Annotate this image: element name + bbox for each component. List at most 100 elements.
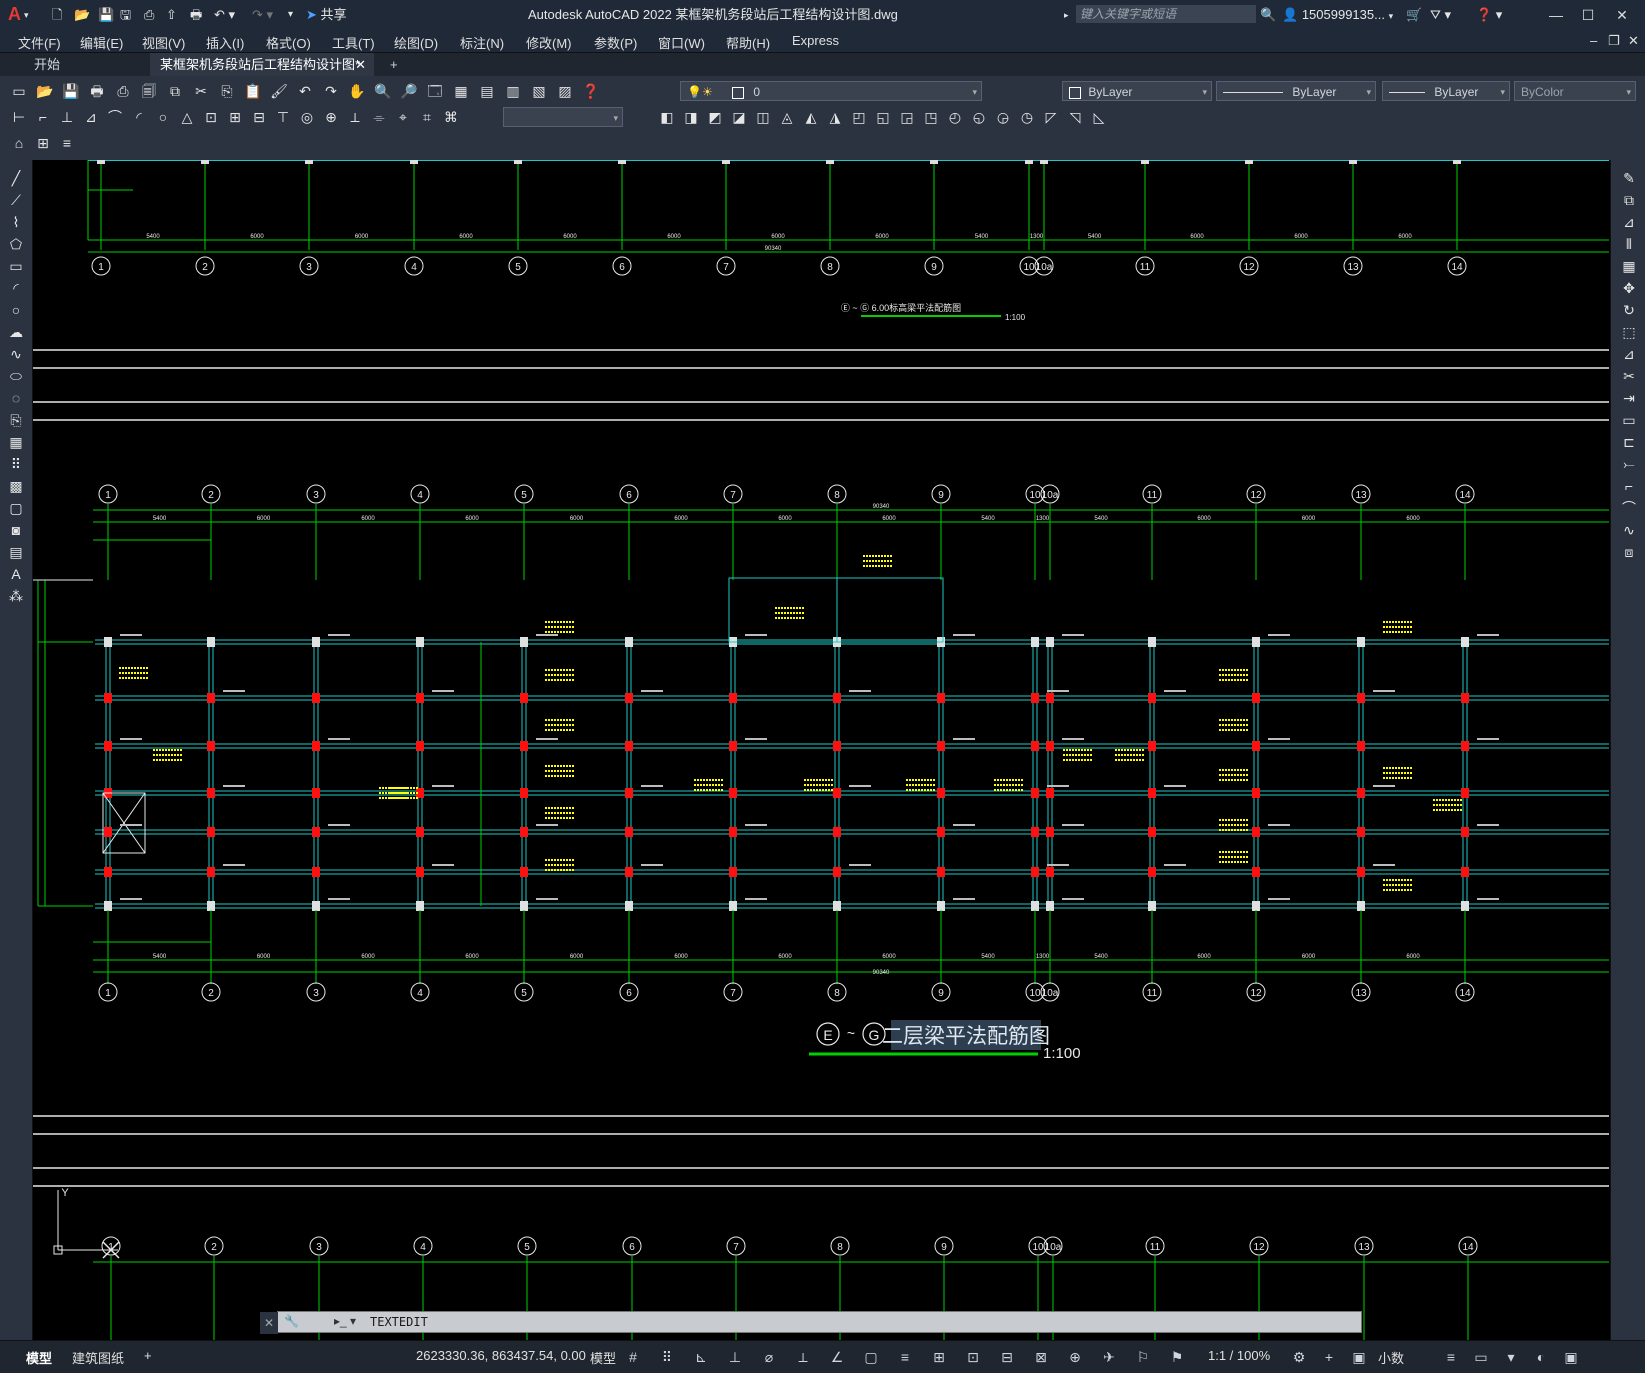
rebar-annotation-1[interactable]	[545, 669, 575, 681]
status-toggle-9-icon[interactable]: ⊞	[928, 1347, 950, 1367]
axis-label-top-4[interactable]: 5	[521, 490, 527, 501]
save-to-web-icon[interactable]: ⇧	[166, 4, 177, 26]
top-axis-label-2[interactable]: 3	[306, 262, 312, 273]
draw-tool-6-icon[interactable]: ○	[6, 300, 26, 320]
menu-help[interactable]: 帮助(H)	[726, 33, 770, 52]
layout-tab-model[interactable]: 模型	[26, 1348, 52, 1367]
top-span-dim-2[interactable]: 6000	[355, 234, 369, 240]
axis-label-bottom-10[interactable]: 10a	[1042, 988, 1059, 999]
dim-tool-18-icon[interactable]: ⌘	[442, 108, 460, 126]
standard-tool-13-icon[interactable]: ✋	[348, 82, 366, 100]
rebar-annotation-4[interactable]	[545, 807, 575, 819]
column-4-4[interactable]	[520, 827, 528, 837]
draw-tool-13-icon[interactable]: ⠿	[6, 454, 26, 474]
column-8-3[interactable]	[937, 788, 945, 798]
top-axis-label-0[interactable]: 1	[98, 262, 104, 273]
top-axis-label-6[interactable]: 7	[723, 262, 729, 273]
column-7-6[interactable]	[833, 901, 841, 911]
standard-tool-10-icon[interactable]: 🖌	[270, 82, 288, 100]
rebar-annotation-12[interactable]	[906, 779, 936, 791]
lower-axis-label-6[interactable]: 7	[733, 1242, 739, 1253]
standard-tool-16-icon[interactable]: 🗔	[426, 82, 444, 100]
modify-ii-tool-11-icon[interactable]: ◳	[922, 108, 940, 126]
standard-tool-11-icon[interactable]: ↶	[296, 82, 314, 100]
draw-tool-4-icon[interactable]: ▭	[6, 256, 26, 276]
menu-format[interactable]: 格式(O)	[266, 33, 311, 52]
axis-label-top-14[interactable]: 14	[1459, 490, 1471, 501]
standard-tool-2-icon[interactable]: 💾	[62, 82, 80, 100]
modify-tool-17-icon[interactable]: ⧈	[1619, 542, 1639, 562]
rebar-annotation-7[interactable]	[153, 749, 183, 761]
modify-ii-tool-14-icon[interactable]: ◶	[994, 108, 1012, 126]
column-9-4[interactable]	[1031, 827, 1039, 837]
doc-close-icon[interactable]: ✕	[1628, 33, 1639, 49]
plot-icon[interactable]: 🖶	[190, 4, 202, 26]
lower-axis-label-9[interactable]: 10	[1032, 1242, 1044, 1253]
modify-tool-14-icon[interactable]: ⌐	[1619, 476, 1639, 496]
rebar-annotation-16[interactable]	[1219, 769, 1249, 781]
command-settings-icon[interactable]: 🔧	[284, 1314, 299, 1328]
top-span-dim-1[interactable]: 6000	[250, 234, 264, 240]
dim-span-bottom-6[interactable]: 6000	[778, 954, 792, 960]
draw-tool-12-icon[interactable]: ▦	[6, 432, 26, 452]
modify-tool-11-icon[interactable]: ▭	[1619, 410, 1639, 430]
axis-label-bottom-3[interactable]: 4	[417, 988, 423, 999]
command-input[interactable]: TEXTEDIT	[370, 1315, 428, 1329]
lower-axis-label-12[interactable]: 12	[1253, 1242, 1265, 1253]
modify-tool-4-icon[interactable]: ▦	[1619, 256, 1639, 276]
column-13-1[interactable]	[1357, 693, 1365, 703]
undo-icon[interactable]: ↶ ▾	[214, 4, 235, 26]
dim-tool-8-icon[interactable]: ⊡	[202, 108, 220, 126]
rebar-annotation-24[interactable]	[1115, 749, 1145, 761]
axis-label-bottom-5[interactable]: 6	[626, 988, 632, 999]
modify-ii-tool-8-icon[interactable]: ◰	[850, 108, 868, 126]
status-toggle-2-icon[interactable]: ⊾	[690, 1347, 712, 1367]
column-1-2[interactable]	[207, 741, 215, 751]
column-2-0[interactable]	[312, 637, 320, 647]
dim-span-bottom-2[interactable]: 6000	[361, 954, 375, 960]
dim-span-top-10[interactable]: 5400	[1094, 516, 1108, 522]
draw-tool-5-icon[interactable]: ◜	[6, 278, 26, 298]
dim-tool-10-icon[interactable]: ⊟	[250, 108, 268, 126]
rebar-annotation-21[interactable]	[1383, 879, 1413, 891]
column-9-5[interactable]	[1031, 867, 1039, 877]
dim-tool-5-icon[interactable]: ◜	[130, 108, 148, 126]
share-button[interactable]: ➤ 共享	[306, 4, 347, 26]
top-axis-label-7[interactable]: 8	[827, 262, 833, 273]
axis-label-bottom-11[interactable]: 11	[1147, 988, 1158, 999]
draw-tool-1-icon[interactable]: ⟋	[6, 190, 26, 210]
status-toggle-3-icon[interactable]: ⊥	[724, 1347, 746, 1367]
axis-label-top-0[interactable]: 1	[105, 490, 111, 501]
help-icon[interactable]: ❓ ▾	[1476, 4, 1502, 26]
misc-tool-0-icon[interactable]: ⌂	[10, 134, 28, 152]
search-icon[interactable]: 🔍	[1260, 4, 1276, 26]
column-2-6[interactable]	[312, 901, 320, 911]
axis-label-top-1[interactable]: 2	[208, 490, 214, 501]
status-right-2-icon[interactable]: ▣	[1348, 1347, 1370, 1367]
draw-tool-7-icon[interactable]: ☁	[6, 322, 26, 342]
column-4-0[interactable]	[520, 637, 528, 647]
dim-span-top-11[interactable]: 6000	[1197, 516, 1211, 522]
axis-label-top-5[interactable]: 6	[626, 490, 632, 501]
doc-minimize-icon[interactable]: –	[1590, 33, 1597, 48]
column-0-0[interactable]	[104, 637, 112, 647]
dim-tool-12-icon[interactable]: ◎	[298, 108, 316, 126]
column-1-0[interactable]	[207, 637, 215, 647]
column-2-2[interactable]	[312, 741, 320, 751]
modify-ii-tool-0-icon[interactable]: ◧	[658, 108, 676, 126]
column-7-3[interactable]	[833, 788, 841, 798]
top-span-dim-10[interactable]: 5400	[1088, 234, 1102, 240]
column-9-6[interactable]	[1031, 901, 1039, 911]
column-14-1[interactable]	[1461, 693, 1469, 703]
logo-dropdown-icon[interactable]: ▾	[24, 4, 29, 26]
column-9-3[interactable]	[1031, 788, 1039, 798]
column-8-4[interactable]	[937, 827, 945, 837]
rebar-annotation-18[interactable]	[1219, 851, 1249, 863]
column-3-0[interactable]	[416, 637, 424, 647]
lower-axis-label-10[interactable]: 10a	[1045, 1242, 1062, 1253]
dim-tool-6-icon[interactable]: ○	[154, 108, 172, 126]
column-4-3[interactable]	[520, 788, 528, 798]
modify-ii-tool-2-icon[interactable]: ◩	[706, 108, 724, 126]
modify-ii-tool-12-icon[interactable]: ◴	[946, 108, 964, 126]
axis-label-bottom-0[interactable]: 1	[105, 988, 111, 999]
